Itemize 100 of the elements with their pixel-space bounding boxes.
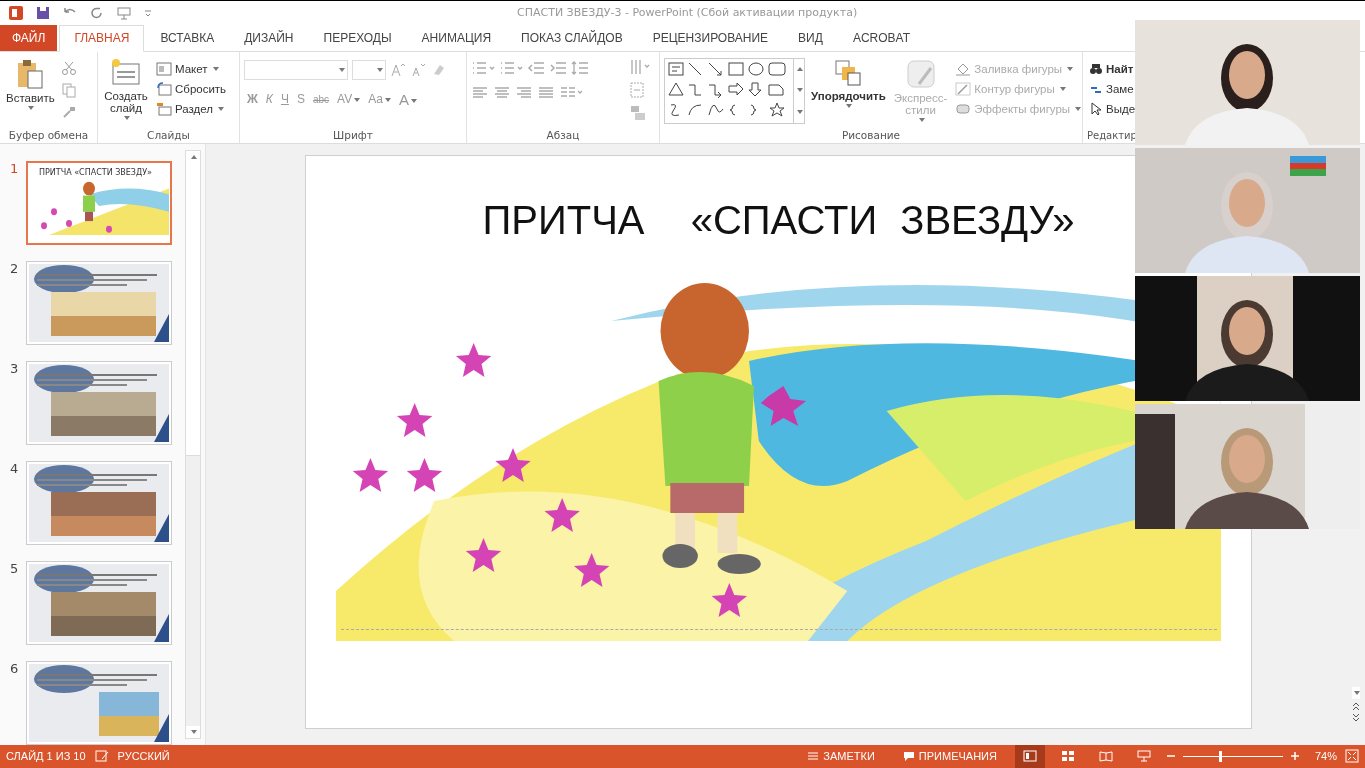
caret-icon bbox=[191, 729, 197, 734]
align-left-icon[interactable] bbox=[471, 85, 489, 100]
spelling-check-icon[interactable] bbox=[93, 749, 110, 763]
zoom-in-icon[interactable] bbox=[1290, 752, 1299, 760]
reset-icon bbox=[156, 81, 172, 96]
arrange-icon bbox=[833, 57, 864, 88]
next-slide-icon[interactable] bbox=[1351, 712, 1361, 723]
ribbon-tab[interactable]: ДИЗАЙН bbox=[230, 24, 308, 51]
scrollbar[interactable] bbox=[185, 149, 201, 739]
caret-icon bbox=[1354, 690, 1360, 695]
bullets-icon[interactable] bbox=[471, 59, 495, 76]
ribbon-tab[interactable]: ВИД bbox=[784, 24, 837, 51]
caret-icon bbox=[384, 97, 391, 102]
slide-thumbnail[interactable]: ПРИТЧА «СПАСТИ ЗВЕЗДУ» bbox=[26, 160, 172, 245]
ribbon-tab[interactable]: ACROBAT bbox=[838, 24, 924, 51]
redo-icon[interactable] bbox=[90, 5, 104, 20]
thumbnail-title: ПРИТЧА «СПАСТИ ЗВЕЗДУ» bbox=[38, 166, 153, 177]
slideshow-icon bbox=[1136, 750, 1151, 762]
justify-icon[interactable] bbox=[537, 85, 555, 100]
align-center-icon[interactable] bbox=[493, 85, 511, 100]
caret-icon bbox=[28, 105, 35, 110]
clipboard-icon bbox=[15, 57, 46, 90]
notes-icon bbox=[807, 751, 820, 761]
pen-icon bbox=[955, 81, 972, 96]
paste-button[interactable]: Вставить bbox=[4, 55, 57, 129]
ribbon-tab[interactable]: РЕЦЕНЗИРОВАНИЕ bbox=[638, 24, 783, 51]
slide-option-button[interactable]: Сбросить bbox=[154, 79, 229, 98]
caret-icon bbox=[918, 117, 925, 122]
brush-icon bbox=[904, 57, 937, 90]
columns-icon[interactable] bbox=[559, 85, 583, 100]
language-indicator[interactable]: РУССКИЙ bbox=[117, 750, 170, 762]
caret-icon bbox=[124, 115, 130, 120]
decrease-indent-icon[interactable] bbox=[527, 59, 545, 76]
slide-counter: СЛАЙД 1 ИЗ 10 bbox=[6, 750, 86, 762]
grow-font-icon[interactable] bbox=[390, 61, 406, 78]
shrink-font-icon[interactable] bbox=[410, 61, 426, 78]
slide-option-button[interactable]: Макет bbox=[154, 59, 229, 78]
ribbon-tab[interactable]: ВСТАВКА bbox=[146, 24, 229, 51]
slide-option-button[interactable]: Раздел bbox=[154, 99, 229, 118]
editing-button[interactable]: Заме bbox=[1087, 79, 1138, 98]
numbering-icon[interactable] bbox=[499, 59, 523, 76]
caret-icon bbox=[846, 103, 853, 108]
fit-to-window-icon[interactable] bbox=[1345, 749, 1359, 763]
notes-button[interactable]: ЗАМЕТКИ bbox=[797, 750, 885, 762]
cursor-icon bbox=[1089, 101, 1103, 116]
group-label: Шрифт bbox=[332, 128, 374, 143]
group-label: Абзац bbox=[545, 128, 581, 143]
editing-button[interactable]: Найт bbox=[1087, 59, 1138, 78]
window-title: СПАСТИ ЗВЕЗДУ-3 - PowerPoint (Сбой активации продукта) bbox=[517, 6, 858, 19]
ribbon-tab[interactable]: ПОКАЗ СЛАЙДОВ bbox=[507, 24, 637, 51]
slide-number: 5 bbox=[10, 560, 20, 576]
slide-number: 4 bbox=[10, 460, 20, 476]
zoom-slider-thumb[interactable] bbox=[1218, 751, 1222, 762]
comments-button[interactable]: ПРИМЕЧАНИЯ bbox=[892, 750, 1007, 762]
font-size-field[interactable] bbox=[352, 59, 386, 80]
shape-effects-icon bbox=[955, 101, 972, 116]
paint-bucket-icon bbox=[955, 61, 972, 76]
slideshow-icon[interactable] bbox=[116, 5, 132, 20]
new-slide-icon bbox=[110, 57, 142, 88]
scroll-down-button[interactable] bbox=[1352, 686, 1360, 699]
layout-icon bbox=[156, 61, 172, 76]
caret-icon bbox=[1067, 66, 1074, 71]
cut-icon[interactable] bbox=[60, 59, 77, 76]
align-right-icon[interactable] bbox=[515, 85, 533, 100]
caret-icon bbox=[797, 88, 803, 93]
slide-number: 2 bbox=[10, 260, 20, 276]
view-button[interactable] bbox=[1014, 744, 1045, 768]
previous-slide-icon[interactable] bbox=[1351, 700, 1361, 711]
save-icon[interactable] bbox=[36, 5, 50, 20]
font-name-field[interactable] bbox=[244, 59, 348, 80]
ribbon-tab[interactable]: ПЕРЕХОДЫ bbox=[309, 24, 406, 51]
caret-icon bbox=[191, 154, 197, 159]
customize-icon[interactable] bbox=[144, 7, 152, 18]
caret-icon bbox=[797, 109, 803, 114]
slide-number: 3 bbox=[10, 360, 20, 376]
editing-button[interactable]: Выде bbox=[1087, 99, 1138, 118]
grid-icon bbox=[1060, 750, 1075, 762]
caret-icon bbox=[797, 67, 803, 72]
ribbon-tab[interactable]: АНИМАЦИЯ bbox=[407, 24, 506, 51]
caret-icon bbox=[212, 66, 219, 71]
zoom-slider[interactable] bbox=[1182, 750, 1283, 762]
increase-indent-icon[interactable] bbox=[549, 59, 567, 76]
group-label: Рисование bbox=[840, 128, 902, 143]
text-direction-icon[interactable] bbox=[629, 57, 651, 76]
app-logo-icon bbox=[8, 4, 24, 21]
caret-icon bbox=[377, 67, 383, 72]
zoom-out-icon[interactable] bbox=[1166, 752, 1175, 760]
file-tab[interactable]: ФАЙЛ bbox=[0, 24, 58, 51]
ribbon-tab[interactable]: ГЛАВНАЯ bbox=[59, 24, 145, 52]
normal-view-icon bbox=[1022, 750, 1037, 762]
arrange-button[interactable]: Упорядочить bbox=[809, 55, 888, 129]
new-slide-button[interactable]: Создать слайд bbox=[102, 55, 150, 129]
caret-icon bbox=[218, 106, 224, 111]
caret-icon bbox=[410, 98, 417, 103]
copy-icon[interactable] bbox=[60, 81, 77, 98]
caret-icon bbox=[1075, 106, 1082, 111]
book-icon bbox=[1098, 750, 1113, 762]
binoculars-icon bbox=[1089, 61, 1103, 76]
slide-number: 6 bbox=[10, 660, 20, 676]
caret-icon bbox=[354, 97, 361, 102]
